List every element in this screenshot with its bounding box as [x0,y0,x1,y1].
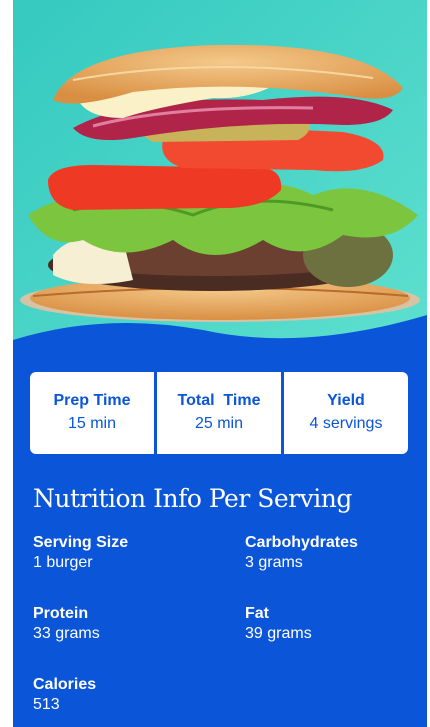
fact-value: 3 grams [245,554,303,571]
fact-value: 33 grams [33,625,100,642]
fact-label: Protein [33,605,89,622]
fact-label: Serving Size [33,534,129,551]
fact-label: Carbohydrates [245,534,358,551]
total-time-card: Total Time 25 min [157,372,281,454]
recipe-page: Prep Time 15 min Total Time 25 min Yield… [13,0,427,727]
yield-card: Yield 4 servings [284,372,408,454]
fact-value: 39 grams [245,625,312,642]
fact-protein: Protein 33 grams [33,604,223,644]
fact-label: Fat [245,605,269,622]
fact-value: 1 burger [33,554,93,571]
total-time-value: 25 min [194,415,244,432]
burger-photo [13,0,427,370]
prep-time-label: Prep Time [53,392,131,409]
fact-carbohydrates: Carbohydrates 3 grams [245,533,427,573]
nutrition-title: Nutrition Info Per Serving [33,484,352,513]
prep-time-card: Prep Time 15 min [30,372,154,454]
yield-value: 4 servings [309,415,383,432]
fact-serving-size: Serving Size 1 burger [33,533,223,573]
prep-time-value: 15 min [67,415,117,432]
fact-fat: Fat 39 grams [245,604,427,644]
total-time-label: Total Time [177,392,261,409]
fact-calories: Calories 513 [33,675,223,715]
fact-label: Calories [33,676,97,693]
fact-value: 513 [33,696,60,713]
recipe-times: Prep Time 15 min Total Time 25 min Yield… [30,372,408,454]
yield-label: Yield [327,392,365,409]
